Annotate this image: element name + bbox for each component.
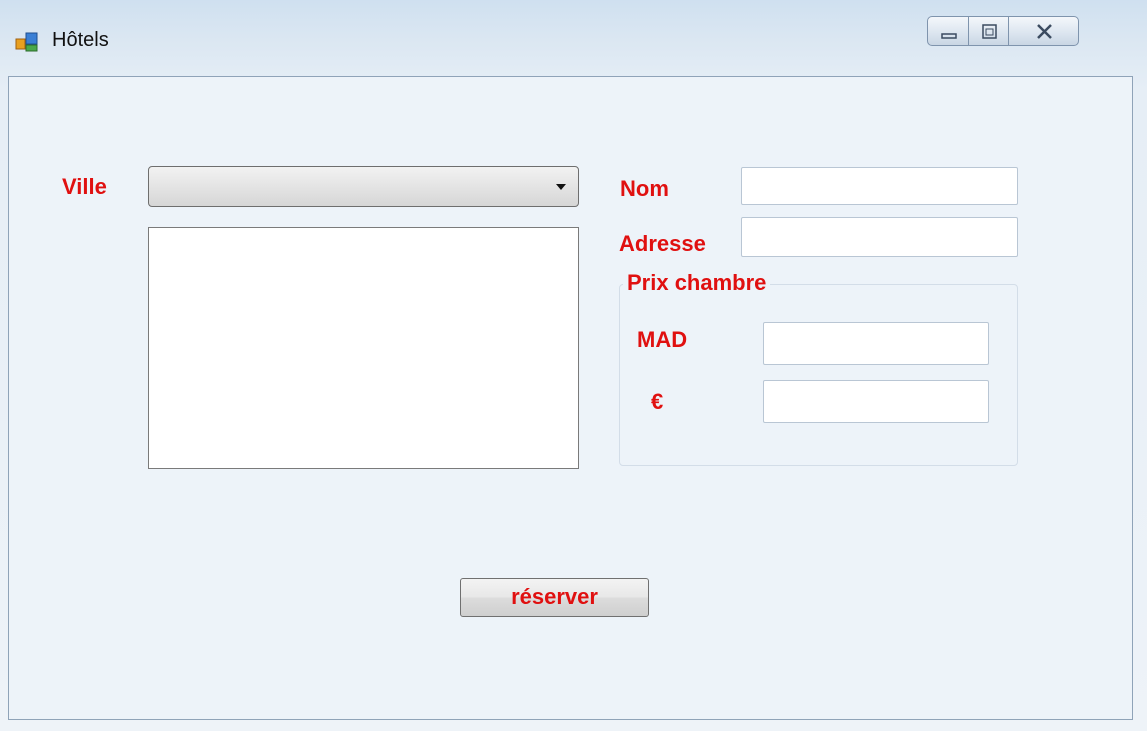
adresse-field[interactable]	[741, 217, 1018, 257]
mad-field[interactable]	[763, 322, 989, 365]
app-icon	[15, 30, 39, 54]
title-bar[interactable]: Hôtels	[0, 0, 1147, 76]
prix-chambre-groupbox	[619, 284, 1018, 466]
ville-combobox[interactable]	[148, 166, 579, 207]
caption-buttons	[927, 16, 1137, 46]
minimize-button[interactable]	[927, 16, 969, 46]
prix-chambre-label: Prix chambre	[623, 270, 771, 296]
reserver-button[interactable]: réserver	[460, 578, 649, 617]
euro-field[interactable]	[763, 380, 989, 423]
euro-label: €	[651, 389, 664, 414]
chevron-down-icon[interactable]	[556, 184, 566, 190]
nom-field[interactable]	[741, 167, 1018, 205]
adresse-label: Adresse	[619, 231, 706, 256]
maximize-button[interactable]	[968, 16, 1009, 46]
nom-label: Nom	[620, 176, 669, 201]
app-window: Hôtels Ville Nom Adresse Prix chambre MA…	[0, 0, 1147, 731]
mad-label: MAD	[637, 327, 688, 352]
hotels-listbox[interactable]	[148, 227, 579, 469]
close-button[interactable]	[1008, 16, 1079, 46]
ville-label: Ville	[62, 174, 107, 199]
window-title: Hôtels	[52, 29, 109, 51]
